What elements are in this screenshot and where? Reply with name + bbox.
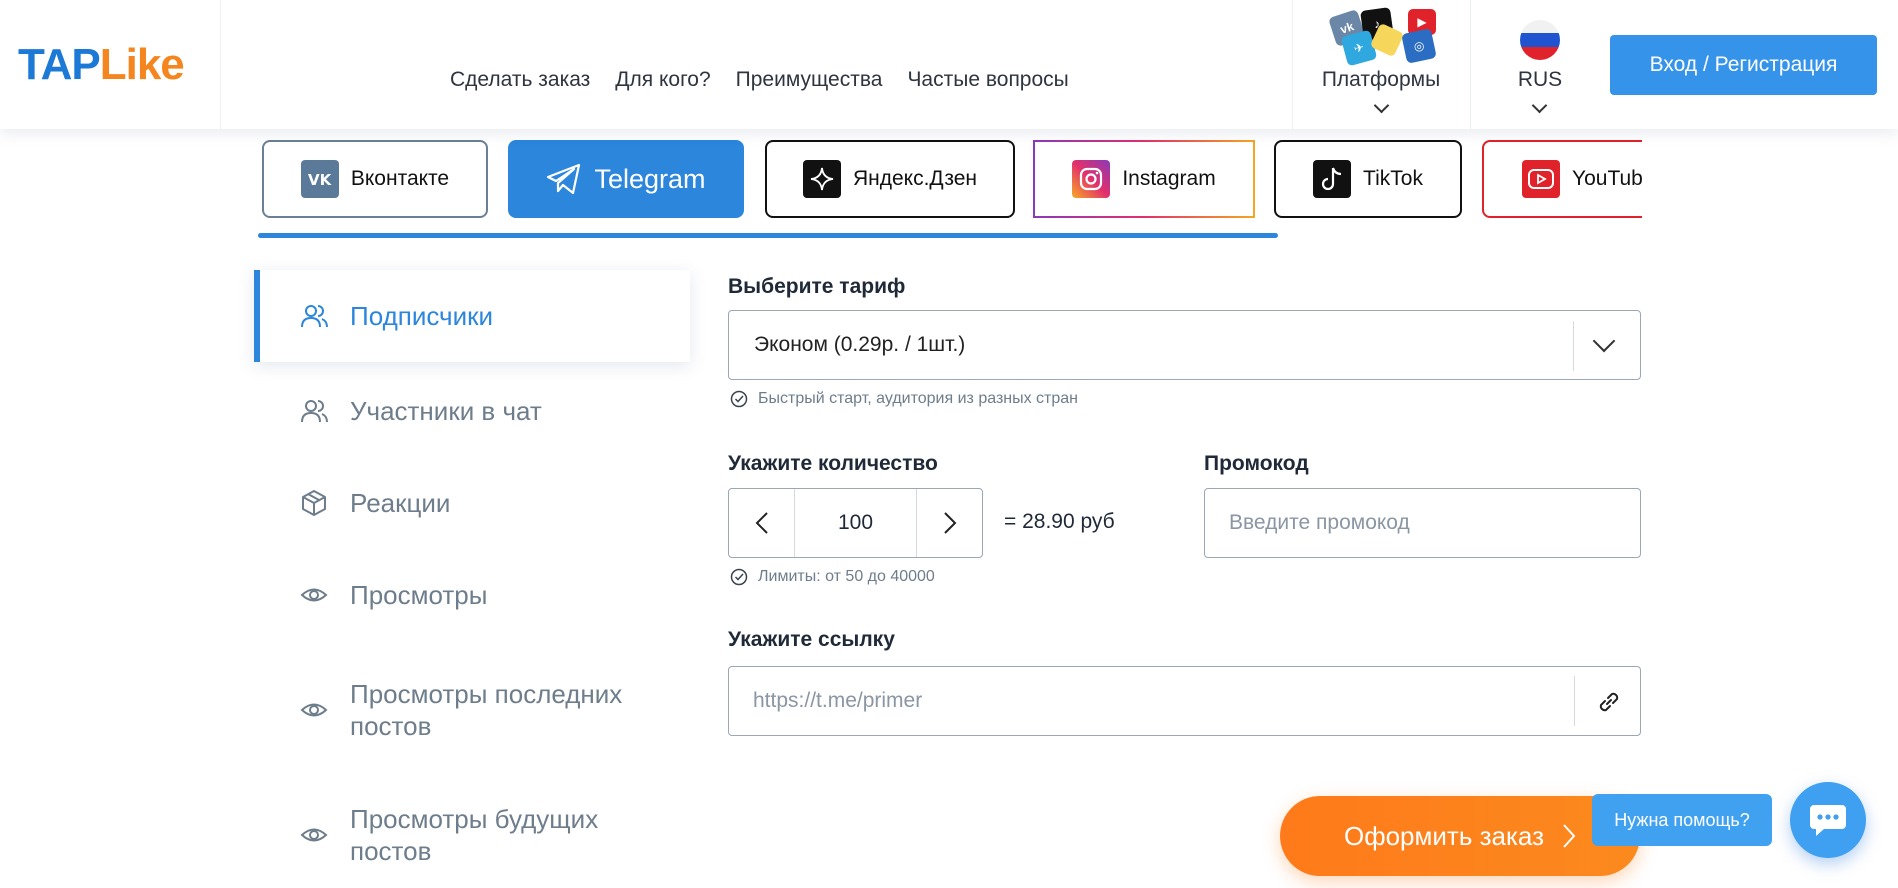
chat-icon bbox=[1810, 805, 1846, 836]
tab-label: TikTok bbox=[1363, 167, 1423, 190]
nav-faq[interactable]: Частые вопросы bbox=[907, 68, 1068, 92]
vk-icon: VK bbox=[300, 160, 339, 198]
quantity-hint-text: Лимиты: от 50 до 40000 bbox=[758, 568, 935, 585]
platforms-icon-cluster: vk ♪ ▶ ✈ ◎ bbox=[1324, 7, 1439, 67]
promo-input[interactable] bbox=[1204, 488, 1641, 558]
link-input[interactable] bbox=[728, 666, 1641, 736]
eye-icon bbox=[300, 703, 328, 717]
tab-instagram[interactable]: Instagram bbox=[1033, 140, 1255, 218]
sidebar-item-label: Просмотры будущих постов bbox=[350, 804, 599, 866]
sidebar-item-label: Подписчики bbox=[350, 301, 494, 331]
quantity-hint: Лимиты: от 50 до 40000 bbox=[730, 568, 935, 586]
place-order-button[interactable]: Оформить заказ bbox=[1280, 796, 1640, 876]
tariff-value: Эконом (0.29р. / 1шт.) bbox=[754, 333, 966, 356]
tab-label: YouTube bbox=[1572, 167, 1642, 190]
quantity-stepper: 100 bbox=[728, 488, 983, 558]
divider bbox=[220, 0, 221, 129]
users-icon bbox=[301, 305, 328, 328]
chevron-down-icon bbox=[1531, 97, 1548, 114]
tab-youtube[interactable]: YouTube bbox=[1482, 140, 1642, 218]
promo-label: Промокод bbox=[1204, 452, 1309, 475]
nav-for-whom[interactable]: Для кого? bbox=[615, 68, 710, 92]
tab-label: Telegram bbox=[594, 163, 706, 194]
eye-icon bbox=[300, 828, 328, 842]
platform-tabs: VK Вконтакте Telegram Яндекс.Дзен Instag… bbox=[262, 140, 1642, 220]
link-label: Укажите ссылку bbox=[728, 628, 895, 651]
logo-tap: TAP bbox=[18, 40, 101, 89]
dzen-icon bbox=[802, 160, 841, 198]
tab-label: Instagram bbox=[1122, 167, 1216, 190]
chevron-down-icon bbox=[1592, 329, 1616, 353]
sidebar-item-chat-members[interactable]: Участники в чат bbox=[254, 386, 690, 436]
tab-label: Яндекс.Дзен bbox=[852, 167, 978, 190]
nav-make-order[interactable]: Сделать заказ bbox=[450, 68, 590, 92]
link-field bbox=[728, 666, 1641, 736]
logo-like: Like bbox=[99, 40, 185, 89]
input-divider bbox=[1574, 676, 1575, 726]
platforms-label: Платформы bbox=[1321, 68, 1441, 91]
tabs-scroll-indicator[interactable] bbox=[258, 233, 1278, 238]
instagram-icon bbox=[1072, 160, 1111, 198]
russia-flag-icon bbox=[1520, 20, 1560, 60]
chevron-down-icon bbox=[1373, 97, 1390, 114]
check-circle-icon bbox=[730, 390, 748, 408]
logo[interactable]: TAPLike bbox=[18, 40, 185, 90]
tiktok-icon bbox=[1313, 160, 1352, 198]
chevron-right-icon bbox=[1563, 824, 1576, 848]
sidebar-item-label: Просмотры последних постов bbox=[350, 679, 623, 741]
tariff-select[interactable]: Эконом (0.29р. / 1шт.) bbox=[728, 310, 1641, 380]
tab-yandex-dzen[interactable]: Яндекс.Дзен bbox=[765, 140, 1015, 218]
sidebar-item-views[interactable]: Просмотры bbox=[254, 570, 690, 620]
sidebar-item-label: Реакции bbox=[350, 488, 451, 518]
tab-tiktok[interactable]: TikTok bbox=[1274, 140, 1462, 218]
telegram-icon bbox=[547, 163, 581, 195]
svg-text:VK: VK bbox=[308, 171, 333, 187]
site-header: TAPLike Сделать заказ Для кого? Преимуще… bbox=[0, 0, 1898, 129]
sidebar-item-label: Участники в чат bbox=[350, 396, 542, 426]
sidebar-item-recent-post-views[interactable]: Просмотры последних постов bbox=[254, 672, 690, 748]
select-divider bbox=[1573, 321, 1574, 371]
increase-button[interactable] bbox=[916, 489, 982, 557]
nav-advantages[interactable]: Преимущества bbox=[736, 68, 883, 92]
users-icon bbox=[301, 400, 328, 423]
chevron-right-icon bbox=[943, 512, 956, 534]
sidebar-item-label: Просмотры bbox=[350, 580, 488, 610]
quantity-label: Укажите количество bbox=[728, 452, 938, 475]
platforms-menu[interactable]: vk ♪ ▶ ✈ ◎ Платформы bbox=[1292, 0, 1470, 129]
tariff-hint-text: Быстрый старт, аудитория из разных стран bbox=[758, 390, 1079, 407]
youtube-icon bbox=[1522, 160, 1560, 198]
decrease-button[interactable] bbox=[729, 489, 795, 557]
main-nav: Сделать заказ Для кого? Преимущества Час… bbox=[450, 68, 1069, 92]
chat-button[interactable] bbox=[1790, 782, 1866, 858]
browser-icon: ◎ bbox=[1401, 28, 1437, 64]
chevron-left-icon bbox=[755, 512, 768, 534]
sidebar-item-future-post-views[interactable]: Просмотры будущих постов bbox=[254, 797, 690, 873]
sidebar-item-reactions[interactable]: Реакции bbox=[254, 478, 690, 528]
link-icon[interactable] bbox=[1595, 688, 1623, 716]
tab-telegram[interactable]: Telegram bbox=[508, 140, 744, 218]
check-circle-icon bbox=[730, 568, 748, 586]
tariff-hint: Быстрый старт, аудитория из разных стран bbox=[730, 390, 1078, 408]
login-register-button[interactable]: Вход / Регистрация bbox=[1610, 35, 1877, 95]
help-bubble[interactable]: Нужна помощь? bbox=[1592, 794, 1772, 846]
tab-vkontakte[interactable]: VK Вконтакте bbox=[262, 140, 488, 218]
price-total: = 28.90 руб bbox=[1004, 510, 1115, 533]
language-selector[interactable]: RUS bbox=[1470, 0, 1610, 129]
order-button-label: Оформить заказ bbox=[1343, 820, 1545, 851]
language-label: RUS bbox=[1517, 68, 1563, 91]
eye-icon bbox=[300, 588, 328, 602]
cube-icon bbox=[302, 490, 326, 516]
sidebar-item-subscribers[interactable]: Подписчики bbox=[254, 270, 690, 362]
quantity-value[interactable]: 100 bbox=[795, 489, 916, 557]
tab-label: Вконтакте bbox=[350, 167, 450, 190]
tariff-label: Выберите тариф bbox=[728, 275, 906, 298]
